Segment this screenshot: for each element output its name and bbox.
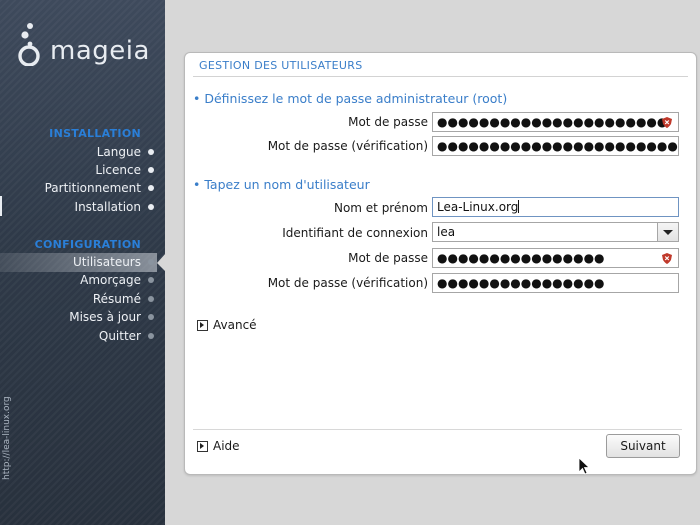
side-tick-mark	[0, 196, 2, 216]
user-verify-label: Mot de passe (vérification)	[267, 276, 428, 290]
root-verify-field[interactable]: ●●●●●●●●●●●●●●●●●●●●●●●	[432, 136, 679, 156]
nav-item-partitionnement: Partitionnement	[44, 179, 154, 197]
root-password-mask: ●●●●●●●●●●●●●●●●●●●●●●	[437, 115, 668, 129]
chevron-down-icon[interactable]	[657, 223, 678, 241]
step-dot-icon	[148, 259, 154, 265]
panel-title: GESTION DES UTILISATEURS	[199, 59, 363, 72]
mageia-logo: mageia	[14, 22, 150, 66]
nav-item-langue: Langue	[96, 143, 154, 161]
login-combo[interactable]: lea	[432, 222, 679, 242]
step-dot-icon	[148, 185, 154, 191]
root-password-heading: • Définissez le mot de passe administrat…	[193, 91, 508, 106]
mouse-pointer-icon	[578, 457, 590, 475]
help-expander[interactable]: Aide	[197, 439, 240, 453]
nav-item-licence: Licence	[95, 161, 154, 179]
nav-item-amorcage: Amorçage	[80, 271, 154, 289]
expander-triangle-icon	[197, 319, 208, 331]
section-title-installation: INSTALLATION	[49, 127, 141, 140]
user-password-field[interactable]: ●●●●●●●●●●●●●●●●	[432, 248, 679, 268]
text-caret	[518, 200, 520, 213]
help-label: Aide	[213, 439, 240, 453]
nav-item-label: Utilisateurs	[73, 255, 141, 269]
user-heading: • Tapez un nom d'utilisateur	[193, 177, 370, 192]
mageia-logo-icon	[18, 23, 40, 66]
nav-item-label: Mises à jour	[69, 310, 141, 324]
fullname-value: Lea-Linux.org	[437, 200, 519, 214]
next-button[interactable]: Suivant	[606, 434, 680, 458]
step-dot-icon	[148, 149, 154, 155]
nav-item-label: Langue	[96, 145, 141, 159]
user-verify-mask: ●●●●●●●●●●●●●●●●	[437, 276, 605, 290]
nav-item-resume: Résumé	[92, 290, 154, 308]
root-password-label: Mot de passe	[348, 115, 428, 129]
root-verify-label: Mot de passe (vérification)	[267, 139, 428, 153]
root-verify-mask: ●●●●●●●●●●●●●●●●●●●●●●●	[437, 139, 678, 153]
nav-item-label: Amorçage	[80, 273, 141, 287]
nav-item-label: Résumé	[92, 292, 141, 306]
bottom-divider	[193, 429, 682, 430]
step-dot-icon	[148, 296, 154, 302]
user-password-mask: ●●●●●●●●●●●●●●●●	[437, 251, 605, 265]
step-dot-icon	[148, 277, 154, 283]
nav-item-mises-a-jour: Mises à jour	[69, 308, 154, 326]
login-value: lea	[437, 225, 456, 239]
step-dot-icon	[148, 204, 154, 210]
shield-icon	[662, 253, 672, 264]
login-label: Identifiant de connexion	[282, 226, 428, 240]
step-dot-icon	[148, 314, 154, 320]
active-step-arrow-icon	[157, 253, 166, 272]
section-title-configuration: CONFIGURATION	[34, 238, 141, 251]
sidebar: mageia INSTALLATION Langue Licence Parti…	[0, 0, 165, 525]
title-divider	[193, 76, 688, 77]
shield-icon	[662, 117, 672, 128]
root-password-field[interactable]: ●●●●●●●●●●●●●●●●●●●●●●	[432, 112, 679, 132]
step-dot-icon	[148, 333, 154, 339]
advanced-expander[interactable]: Avancé	[197, 318, 257, 332]
fullname-label: Nom et prénom	[333, 201, 428, 215]
nav-item-label: Quitter	[98, 329, 141, 343]
advanced-label: Avancé	[213, 318, 257, 332]
step-dot-icon	[148, 167, 154, 173]
user-password-label: Mot de passe	[348, 251, 428, 265]
user-management-panel: GESTION DES UTILISATEURS • Définissez le…	[184, 52, 697, 475]
fullname-input[interactable]: Lea-Linux.org	[432, 197, 679, 217]
watermark-url: http://lea-linux.org	[2, 396, 12, 480]
nav-item-label: Partitionnement	[44, 181, 141, 195]
nav-item-quitter: Quitter	[98, 327, 154, 345]
nav-item-installation: Installation	[74, 198, 154, 216]
nav-item-utilisateurs: Utilisateurs	[73, 253, 154, 271]
nav-item-label: Installation	[74, 200, 141, 214]
user-verify-field[interactable]: ●●●●●●●●●●●●●●●●	[432, 273, 679, 293]
nav-item-label: Licence	[95, 163, 141, 177]
expander-triangle-icon	[197, 440, 208, 452]
brand-name: mageia	[50, 36, 150, 66]
